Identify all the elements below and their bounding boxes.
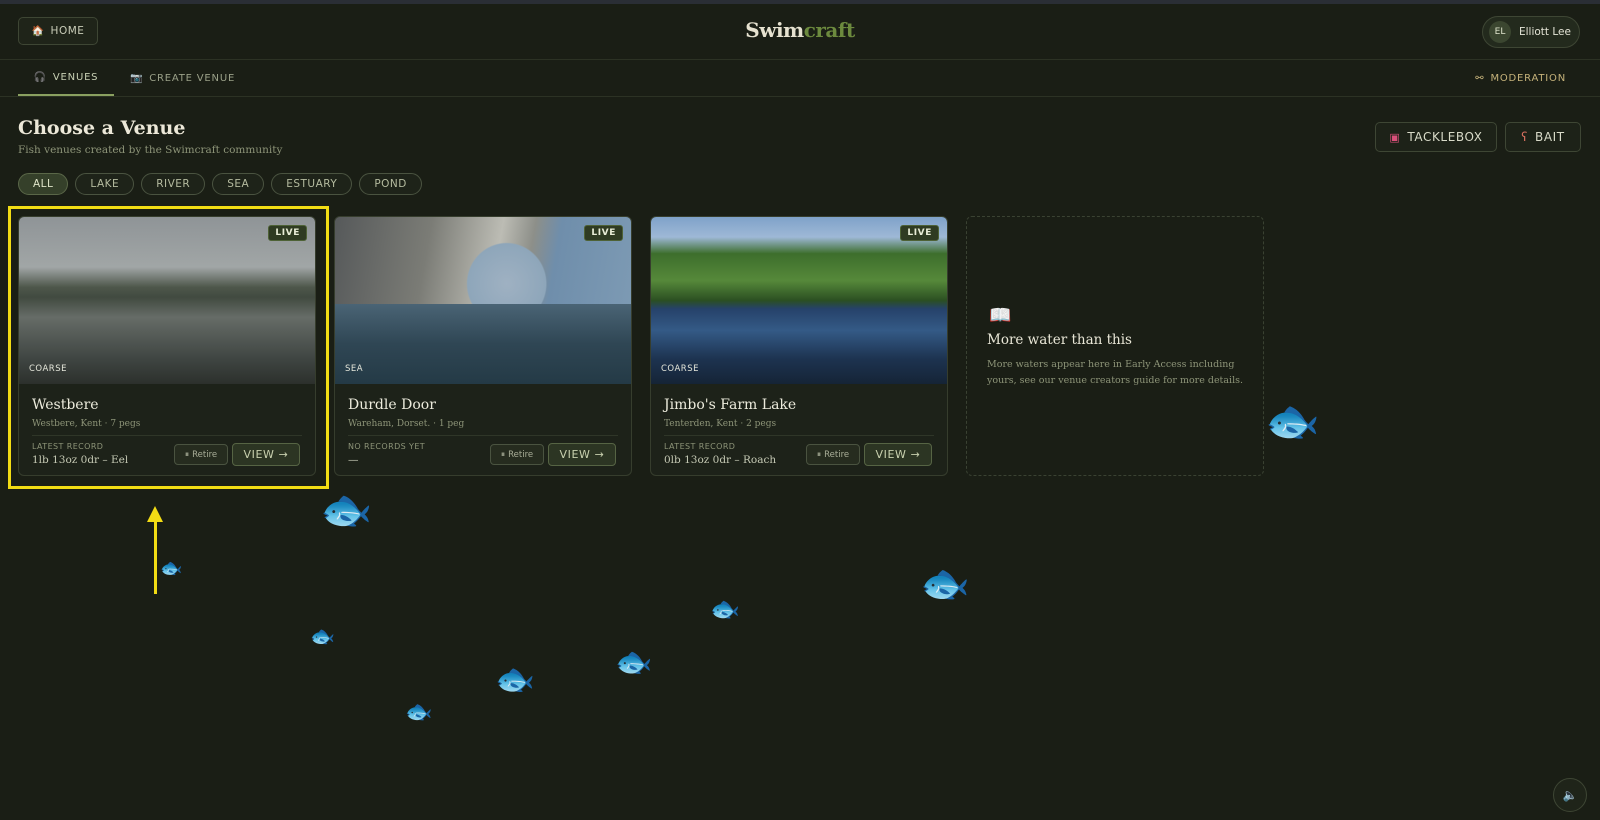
book-icon: 📖 [989,305,1012,326]
record-label: NO RECORDS YET [348,442,426,451]
view-button[interactable]: VIEW → [548,443,616,466]
retire-button[interactable]: ⏸ Retire [806,444,860,465]
venue-photo: LIVE COARSE [19,217,315,384]
binoculars-icon: ⚯ [1475,72,1485,84]
tab-moderation[interactable]: ⚯ MODERATION [1475,60,1566,96]
venue-photo: LIVE SEA [335,217,631,384]
tacklebox-button[interactable]: ▣ TACKLEBOX [1375,122,1497,152]
filter-chip-lake[interactable]: LAKE [75,173,135,195]
divider [664,435,934,436]
status-badge: LIVE [268,225,307,241]
record-label: LATEST RECORD [32,442,104,451]
filter-chip-river[interactable]: RIVER [141,173,206,195]
status-badge: LIVE [584,225,623,241]
logo-part-swim: Swim [745,18,804,42]
toolbox-icon: ▣ [1389,130,1401,144]
app-logo[interactable]: Swimcraft [0,18,1600,42]
tab-moderation-label: MODERATION [1490,72,1566,84]
speaker-icon: 🔈 [1562,788,1578,802]
main-tabs: 🎧 VENUES 📷 CREATE VENUE ⚯ MODERATION [0,60,1600,97]
retire-label: Retire [192,449,218,460]
divider [348,435,618,436]
venue-card-westbere[interactable]: LIVE COARSE Westbere Westbere, Kent · 7 … [18,216,316,476]
venue-card-durdle-door[interactable]: LIVE SEA Durdle Door Wareham, Dorset. · … [334,216,632,476]
avatar: EL [1489,21,1511,43]
fish-decoration-icon: 🐟 [310,624,335,648]
venue-meta: Tenterden, Kent · 2 pegs [664,419,777,429]
venue-type-label: COARSE [29,364,67,374]
more-water-text: More waters appear here in Early Access … [987,359,1244,386]
tab-venues-label: VENUES [52,71,99,83]
pause-icon: ⏸ [184,449,190,460]
venue-type-label: SEA [345,364,364,374]
tab-create-venue-label: CREATE VENUE [149,72,236,84]
top-bar: 🏠 HOME Swimcraft EL Elliott Lee [0,4,1600,60]
retire-label: Retire [508,449,534,460]
venue-name: Westbere [32,397,99,413]
view-button[interactable]: VIEW → [232,443,300,466]
fish-decoration-icon: 🐟 [320,485,373,534]
user-menu-button[interactable]: EL Elliott Lee [1482,16,1580,48]
more-water-title: More water than this [987,332,1132,348]
page-subtitle: Fish venues created by the Swimcraft com… [18,144,283,156]
user-name: Elliott Lee [1519,26,1571,38]
venue-photo: LIVE COARSE [651,217,947,384]
fish-decoration-icon: 🐟 [495,660,535,698]
filter-chip-estuary[interactable]: ESTUARY [271,173,353,195]
view-button[interactable]: VIEW → [864,443,932,466]
filter-chip-all[interactable]: ALL [18,173,69,195]
tab-venues[interactable]: 🎧 VENUES [18,60,114,96]
retire-button[interactable]: ⏸ Retire [490,444,544,465]
retire-label: Retire [824,449,850,460]
pause-icon: ⏸ [500,449,506,460]
sound-toggle-button[interactable]: 🔈 [1553,778,1587,812]
venue-name: Durdle Door [348,397,436,413]
more-water-card: 📖 More water than this More waters appea… [966,216,1264,476]
pause-icon: ⏸ [816,449,822,460]
record-value: — [348,454,359,466]
filter-chip-pond[interactable]: POND [359,173,422,195]
bait-label: BAIT [1535,130,1565,144]
page-title: Choose a Venue [18,117,186,139]
fish-decoration-icon: 🐟 [160,558,183,579]
record-label: LATEST RECORD [664,442,736,451]
tab-create-venue[interactable]: 📷 CREATE VENUE [130,60,235,96]
divider [32,435,302,436]
retire-button[interactable]: ⏸ Retire [174,444,228,465]
filter-chip-sea[interactable]: SEA [212,173,265,195]
venue-type-label: COARSE [661,364,699,374]
venue-name: Jimbo's Farm Lake [664,397,797,413]
camera-icon: 📷 [130,72,144,84]
fish-decoration-icon: 🐟 [710,595,740,623]
venue-card-jimbos-farm-lake[interactable]: LIVE COARSE Jimbo's Farm Lake Tenterden,… [650,216,948,476]
fish-decoration-icon: 🐟 [920,561,970,607]
bait-button[interactable]: ʕ BAIT [1505,122,1581,152]
fish-decoration-icon: 🐟 [615,645,653,680]
venue-meta: Westbere, Kent · 7 pegs [32,419,141,429]
venue-type-filters: ALL LAKE RIVER SEA ESTUARY POND [18,173,422,195]
venue-meta: Wareham, Dorset. · 1 peg [348,419,465,429]
annotation-arrow-shaft [154,520,157,594]
headphones-icon: 🎧 [33,71,47,83]
tacklebox-label: TACKLEBOX [1407,130,1483,144]
status-badge: LIVE [900,225,939,241]
logo-part-craft: craft [803,18,856,42]
worm-icon: ʕ [1521,130,1528,144]
record-value: 1lb 13oz 0dr – Eel [32,454,129,466]
fish-decoration-icon: 🐟 [1265,396,1320,447]
record-value: 0lb 13oz 0dr – Roach [664,454,777,466]
fish-decoration-icon: 🐟 [405,700,433,725]
